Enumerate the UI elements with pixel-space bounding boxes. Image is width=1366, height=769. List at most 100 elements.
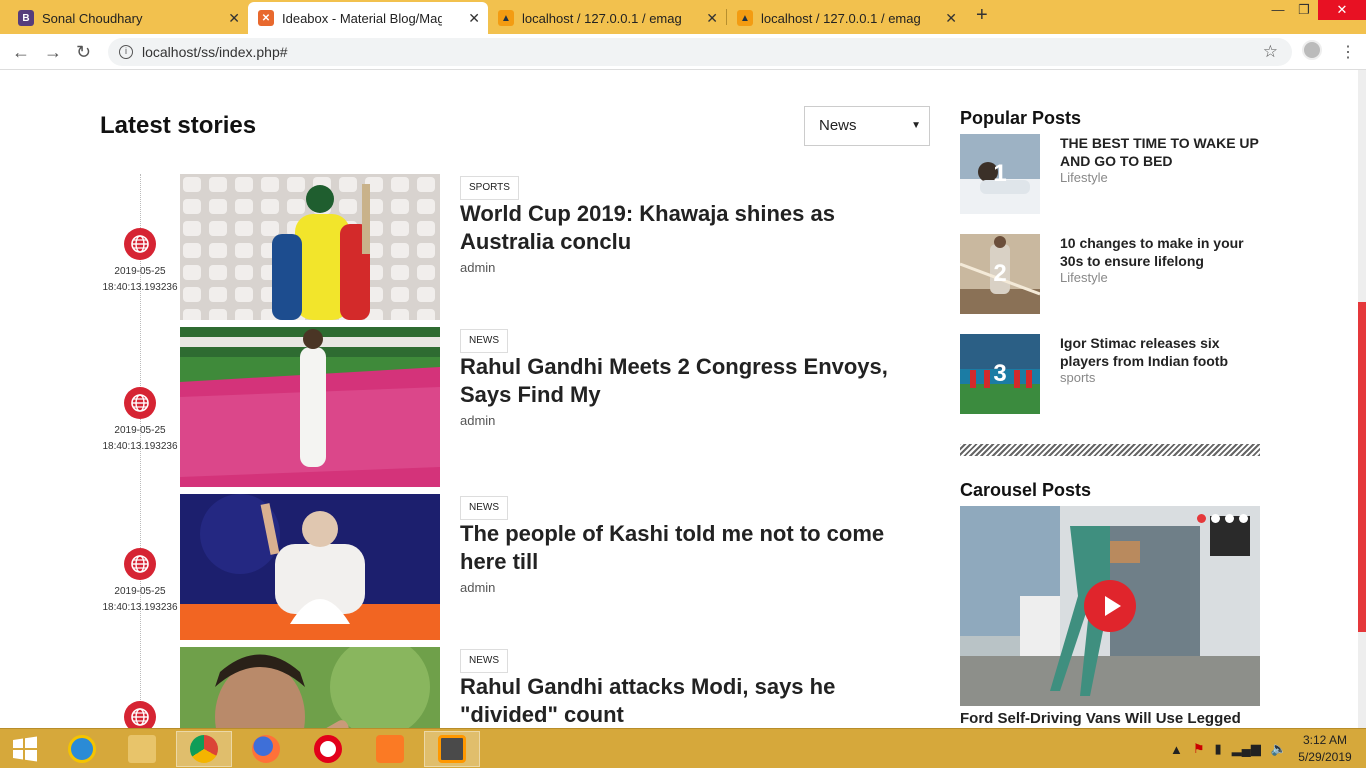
story-author[interactable]: admin <box>460 413 495 428</box>
story-time: 18:40:13.193236 <box>102 602 178 613</box>
carousel-dot[interactable] <box>1225 514 1234 523</box>
tray-icons: ▲ ⚑ ▮ ▂▄▆ 🔈 <box>1170 729 1287 769</box>
menu-kebab-icon[interactable]: ⋮ <box>1340 42 1356 62</box>
tab-title: localhost / 127.0.0.1 / emagzine <box>522 10 682 26</box>
tab-phpmyadmin-2[interactable]: ▲ localhost / 127.0.0.1 / emagzine ✕ <box>727 2 965 34</box>
story-author[interactable]: admin <box>460 260 495 275</box>
play-icon[interactable] <box>1084 580 1136 632</box>
story-item: 2019-05-25 18:40:13.193236 NEWS Rahul Ga… <box>100 327 940 487</box>
close-tab-icon[interactable]: ✕ <box>706 10 718 27</box>
popular-post-rank: 3 <box>993 360 1007 387</box>
start-button[interactable] <box>0 731 50 767</box>
chrome-icon <box>190 735 218 763</box>
taskbar-sublime[interactable] <box>424 731 480 767</box>
story-author[interactable]: admin <box>460 580 495 595</box>
firefox-icon <box>252 735 280 763</box>
address-bar[interactable]: i localhost/ss/index.php# ☆ <box>108 38 1292 66</box>
page-content: Latest stories News ▼ 2019-05-25 18:40:1… <box>0 70 1366 728</box>
story-date: 2019-05-25 <box>114 425 166 436</box>
popular-post-item[interactable]: 2 10 changes to make in your 30s to ensu… <box>960 234 1260 314</box>
tab-sonal[interactable]: B Sonal Choudhary ✕ <box>8 2 248 34</box>
carousel-pagination <box>1197 514 1248 523</box>
taskbar-ie[interactable] <box>54 731 110 767</box>
story-item: NEWS Rahul Gandhi attacks Modi, says he … <box>100 647 940 728</box>
close-tab-icon[interactable]: ✕ <box>228 10 240 27</box>
action-center-flag-icon[interactable]: ⚑ <box>1193 741 1205 757</box>
story-category-badge[interactable]: NEWS <box>460 649 508 673</box>
popular-post-category[interactable]: Lifestyle <box>1060 270 1108 285</box>
story-image[interactable] <box>180 327 440 487</box>
forward-icon[interactable]: → <box>44 42 62 63</box>
story-date: 2019-05-25 <box>114 266 166 277</box>
story-time: 18:40:13.193236 <box>102 441 178 452</box>
show-hidden-icons-icon[interactable]: ▲ <box>1170 742 1183 757</box>
popular-post-item[interactable]: 3 Igor Stimac releases six players from … <box>960 334 1260 414</box>
popular-post-title[interactable]: THE BEST TIME TO WAKE UP AND GO TO BED <box>1060 134 1260 170</box>
tab-title: Ideabox - Material Blog/Magazin <box>282 10 442 26</box>
popular-post-rank: 2 <box>993 260 1007 287</box>
popular-post-title[interactable]: 10 changes to make in your 30s to ensure… <box>1060 234 1260 270</box>
bootstrap-icon: B <box>18 10 34 26</box>
close-tab-icon[interactable]: ✕ <box>468 10 480 27</box>
popular-post-category[interactable]: sports <box>1060 370 1095 385</box>
tab-title: Sonal Choudhary <box>42 10 143 26</box>
info-icon[interactable]: i <box>119 45 133 59</box>
profile-avatar[interactable] <box>1302 40 1322 60</box>
select-value: News <box>819 117 857 134</box>
taskbar-xampp[interactable] <box>362 731 418 767</box>
url-text: localhost/ss/index.php# <box>142 44 288 60</box>
close-tab-icon[interactable]: ✕ <box>945 10 957 27</box>
clock-date: 5/29/2019 <box>1298 750 1352 764</box>
popular-post-category[interactable]: Lifestyle <box>1060 170 1108 185</box>
new-tab-icon[interactable]: + <box>976 4 988 27</box>
taskbar-chrome[interactable] <box>176 731 232 767</box>
taskbar-firefox[interactable] <box>238 731 294 767</box>
page-scrollbar[interactable] <box>1358 70 1366 728</box>
opera-icon <box>314 735 342 763</box>
clock-time: 3:12 AM <box>1302 733 1348 747</box>
story-image[interactable] <box>180 174 440 320</box>
tab-title: localhost / 127.0.0.1 / emagzine <box>761 10 921 26</box>
carousel-dot[interactable] <box>1197 514 1206 523</box>
story-title[interactable]: World Cup 2019: Khawaja shines as Austra… <box>460 200 930 256</box>
volume-icon[interactable]: 🔈 <box>1271 741 1287 757</box>
back-icon[interactable]: ← <box>12 42 30 63</box>
globe-icon <box>124 228 156 260</box>
scrollbar-thumb[interactable] <box>1358 302 1366 632</box>
taskbar-explorer[interactable] <box>114 731 170 767</box>
story-image[interactable] <box>180 647 440 728</box>
bookmark-star-icon[interactable]: ☆ <box>1263 38 1278 66</box>
story-date: 2019-05-25 <box>114 586 166 597</box>
tab-ideabox[interactable]: ✕ Ideabox - Material Blog/Magazin ✕ <box>248 2 488 34</box>
story-item: 2019-05-25 18:40:13.193236 SPORTS World … <box>100 174 940 320</box>
tab-phpmyadmin-1[interactable]: ▲ localhost / 127.0.0.1 / emagzine ✕ <box>488 2 726 34</box>
reload-icon[interactable]: ↻ <box>76 42 91 63</box>
story-title[interactable]: The people of Kashi told me not to come … <box>460 520 930 576</box>
story-image[interactable] <box>180 494 440 640</box>
story-category-badge[interactable]: NEWS <box>460 329 508 353</box>
story-category-badge[interactable]: SPORTS <box>460 176 519 200</box>
popular-post-title[interactable]: Igor Stimac releases six players from In… <box>1060 334 1260 370</box>
taskbar-clock[interactable]: 3:12 AM 5/29/2019 <box>1290 732 1360 766</box>
file-explorer-icon <box>128 735 156 763</box>
category-select[interactable]: News ▼ <box>804 106 930 146</box>
story-category-badge[interactable]: NEWS <box>460 496 508 520</box>
minimize-icon[interactable]: — <box>1266 0 1290 20</box>
windows-logo-icon <box>13 736 37 762</box>
popular-post-rank: 1 <box>993 160 1007 187</box>
carousel-post-title[interactable]: Ford Self-Driving Vans Will Use Legged <box>960 710 1241 727</box>
restore-icon[interactable]: ❐ <box>1292 0 1316 20</box>
phpmyadmin-icon: ▲ <box>737 10 753 26</box>
popular-post-item[interactable]: 1 THE BEST TIME TO WAKE UP AND GO TO BED… <box>960 134 1260 214</box>
dropdown-arrow-icon: ▼ <box>911 120 921 131</box>
carousel-posts-heading: Carousel Posts <box>960 480 1092 500</box>
taskbar-opera[interactable] <box>300 731 356 767</box>
close-window-icon[interactable]: ✕ <box>1318 0 1366 20</box>
battery-icon[interactable]: ▮ <box>1215 741 1222 757</box>
story-title[interactable]: Rahul Gandhi Meets 2 Congress Envoys, Sa… <box>460 353 930 409</box>
carousel-slide[interactable] <box>960 506 1260 706</box>
story-title[interactable]: Rahul Gandhi attacks Modi, says he "divi… <box>460 673 930 728</box>
carousel-dot[interactable] <box>1239 514 1248 523</box>
carousel-dot[interactable] <box>1211 514 1220 523</box>
network-signal-icon[interactable]: ▂▄▆ <box>1232 741 1261 757</box>
